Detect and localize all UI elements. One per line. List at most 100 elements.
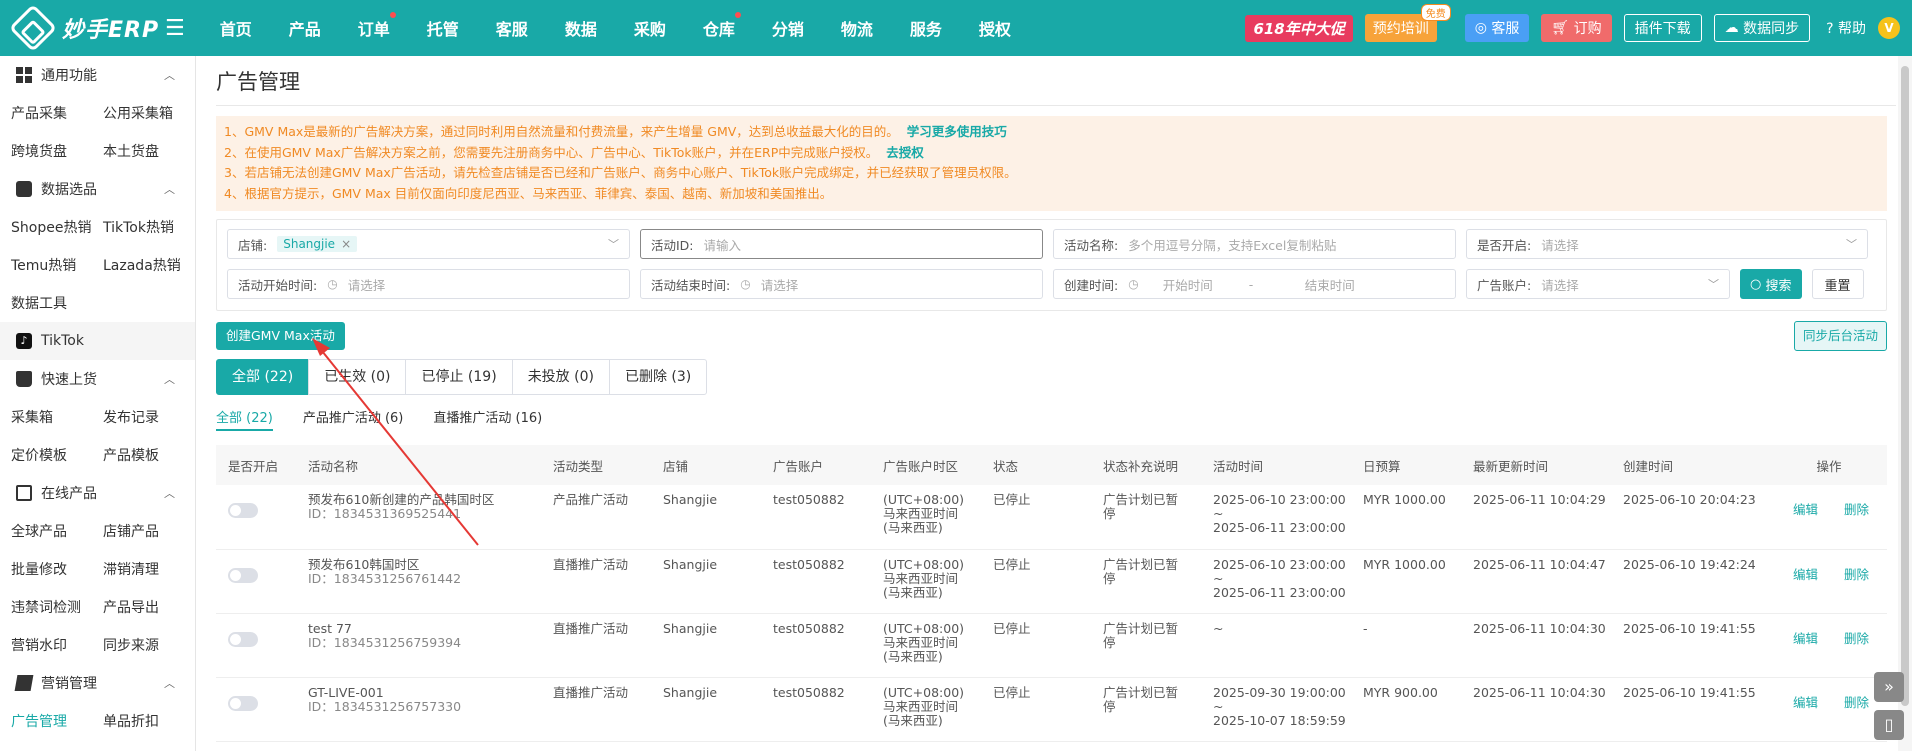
campaign-type: 产品推广活动: [541, 485, 651, 550]
enable-toggle[interactable]: [228, 631, 258, 647]
create-gmv-max-button[interactable]: 创建GMV Max活动: [216, 322, 345, 350]
sidebar-item-sync-source[interactable]: 同步来源: [92, 635, 184, 655]
mobile-icon[interactable]: ▯: [1874, 710, 1904, 740]
sidebar-item-product-discount[interactable]: 单品折扣: [92, 711, 184, 731]
tab-not-delivered[interactable]: 未投放 (0): [511, 359, 610, 395]
nav-data[interactable]: 数据: [548, 16, 614, 40]
sidebar-item-watermark[interactable]: 营销水印: [0, 635, 92, 655]
start-time-picker[interactable]: 活动开始时间: ◷ 请选择: [227, 269, 630, 299]
edit-link[interactable]: 编辑: [1793, 567, 1818, 582]
tab-deleted[interactable]: 已删除 (3): [608, 359, 708, 395]
close-icon[interactable]: ×: [341, 237, 351, 251]
sidebar-item-public-collect-box[interactable]: 公用采集箱: [92, 103, 184, 123]
sidebar-item-temu-hot[interactable]: Temu热销: [0, 255, 92, 275]
sidebar-group-marketing[interactable]: 营销管理 ︿: [0, 664, 195, 702]
sidebar-item-local-supply[interactable]: 本土货盘: [92, 141, 184, 161]
tz-name: 马来西亚时间: [883, 698, 959, 714]
tiktok-icon: ♪: [16, 333, 32, 349]
sidebar-item-lazada-hot[interactable]: Lazada热销: [92, 255, 184, 275]
tz-region: (马来西亚): [883, 712, 943, 728]
learn-more-link[interactable]: 学习更多使用技巧: [907, 124, 1007, 139]
plugin-download-button[interactable]: 插件下载: [1623, 14, 1702, 42]
search-button[interactable]: ○ 搜索: [1740, 269, 1802, 299]
delete-link[interactable]: 删除: [1844, 502, 1869, 517]
page-scrollbar[interactable]: [1898, 56, 1912, 751]
avatar[interactable]: V: [1878, 17, 1900, 39]
training-button[interactable]: 预约培训 免费: [1364, 4, 1451, 42]
cart-icon: 🛒︎: [1551, 20, 1574, 36]
nav-hosting[interactable]: 托管: [410, 16, 476, 40]
sidebar-item-product-collect[interactable]: 产品采集: [0, 103, 92, 123]
edit-link[interactable]: 编辑: [1793, 695, 1818, 710]
subscribe-button[interactable]: 🛒︎ 订购: [1541, 14, 1612, 42]
data-sync-button[interactable]: ☁ 数据同步: [1713, 14, 1811, 42]
nav-services[interactable]: 服务: [893, 16, 959, 40]
sidebar-group-general[interactable]: 通用功能 ︿: [0, 56, 195, 94]
sidebar-item-product-template[interactable]: 产品模板: [92, 445, 184, 465]
sidebar-item-collect-box[interactable]: 采集箱: [0, 407, 92, 427]
sidebar-item-banned-words[interactable]: 违禁词检测: [0, 597, 92, 617]
enable-toggle[interactable]: [228, 503, 258, 518]
nav-purchase[interactable]: 采购: [617, 16, 683, 40]
nav-service[interactable]: 客服: [479, 16, 545, 40]
sidebar-item-shop-products[interactable]: 店铺产品: [92, 521, 184, 541]
sidebar-group-online-products[interactable]: 在线产品 ︿: [0, 474, 195, 512]
enable-toggle[interactable]: [228, 695, 258, 711]
status-note-cont: 停: [1103, 570, 1116, 586]
edit-link[interactable]: 编辑: [1793, 502, 1818, 517]
customer-service-button[interactable]: ◎ 客服: [1464, 14, 1530, 42]
nav-home[interactable]: 首页: [203, 16, 269, 40]
enabled-select[interactable]: 是否开启: 请选择 ﹀: [1466, 229, 1868, 259]
delete-link[interactable]: 删除: [1844, 567, 1869, 582]
sidebar-item-shopee-hot[interactable]: Shopee热销: [0, 217, 92, 237]
hamburger-menu-icon[interactable]: ☰: [165, 16, 185, 41]
shop-select[interactable]: 店铺: Shangjie × ﹀: [227, 229, 630, 259]
sidebar-item-global-products[interactable]: 全球产品: [0, 521, 92, 541]
nav-product[interactable]: 产品: [272, 16, 338, 40]
delete-link[interactable]: 删除: [1844, 631, 1869, 646]
scrollbar-thumb[interactable]: [1901, 66, 1909, 706]
nav-order[interactable]: 订单: [341, 12, 407, 40]
activity-name-input[interactable]: 活动名称: 多个用逗号分隔，支持Excel复制粘贴: [1053, 229, 1456, 259]
created-time-range[interactable]: 创建时间: ◷ 开始时间 - 结束时间: [1053, 269, 1456, 299]
expand-arrows-icon[interactable]: »: [1874, 672, 1904, 702]
promo-banner[interactable]: 618年中大促: [1245, 14, 1353, 42]
sidebar-item-ad-management[interactable]: 广告管理: [0, 711, 92, 731]
sidebar-item-tiktok-hot[interactable]: TikTok热销: [92, 217, 184, 237]
sidebar-item-slow-moving-cleanup[interactable]: 滞销清理: [92, 559, 184, 579]
sidebar-item-pricing-template[interactable]: 定价模板: [0, 445, 92, 465]
nav-logistics[interactable]: 物流: [824, 16, 890, 40]
tab-type-all[interactable]: 全部 (22): [216, 407, 273, 431]
go-authorize-link[interactable]: 去授权: [886, 145, 924, 160]
ad-account-select[interactable]: 广告账户: 请选择 ﹀: [1466, 269, 1730, 299]
logo[interactable]: 妙手ERP: [0, 3, 165, 53]
tab-all[interactable]: 全部 (22): [216, 359, 310, 395]
nav-order-label: 订单: [357, 20, 390, 39]
sync-backend-button[interactable]: 同步后台活动: [1793, 321, 1887, 351]
tab-active[interactable]: 已生效 (0): [308, 359, 407, 395]
delete-link[interactable]: 删除: [1844, 695, 1869, 710]
updated-time: 2025-06-11 10:04:30: [1461, 613, 1611, 678]
end-time-picker[interactable]: 活动结束时间: ◷ 请选择: [640, 269, 1043, 299]
nav-authorization[interactable]: 授权: [962, 16, 1028, 40]
help-link[interactable]: ? 帮助: [1826, 18, 1866, 38]
sidebar-item-batch-edit[interactable]: 批量修改: [0, 559, 92, 579]
tab-type-live[interactable]: 直播推广活动 (16): [433, 407, 542, 431]
enable-toggle[interactable]: [228, 567, 258, 583]
status-note-cont: 停: [1103, 634, 1116, 650]
edit-link[interactable]: 编辑: [1793, 631, 1818, 646]
sidebar-group-tiktok[interactable]: ♪ TikTok: [0, 322, 195, 360]
tab-type-product[interactable]: 产品推广活动 (6): [303, 407, 404, 431]
sidebar-item-publish-records[interactable]: 发布记录: [92, 407, 184, 427]
sidebar-group-data-selection[interactable]: 数据选品 ︿: [0, 170, 195, 208]
sidebar-item-product-export[interactable]: 产品导出: [92, 597, 184, 617]
sidebar-group-quick-listing[interactable]: 快速上货 ︿: [0, 360, 195, 398]
tab-stopped[interactable]: 已停止 (19): [405, 359, 513, 395]
nav-distribution[interactable]: 分销: [755, 16, 821, 40]
sidebar-item-cross-border-supply[interactable]: 跨境货盘: [0, 141, 92, 161]
sidebar-item-data-tools[interactable]: 数据工具: [0, 293, 92, 313]
reset-button[interactable]: 重置: [1811, 269, 1864, 299]
activity-id-input[interactable]: 活动ID: 请输入: [640, 229, 1043, 259]
nav-warehouse[interactable]: 仓库: [686, 12, 752, 40]
ad-account-placeholder: 请选择: [1541, 277, 1579, 293]
